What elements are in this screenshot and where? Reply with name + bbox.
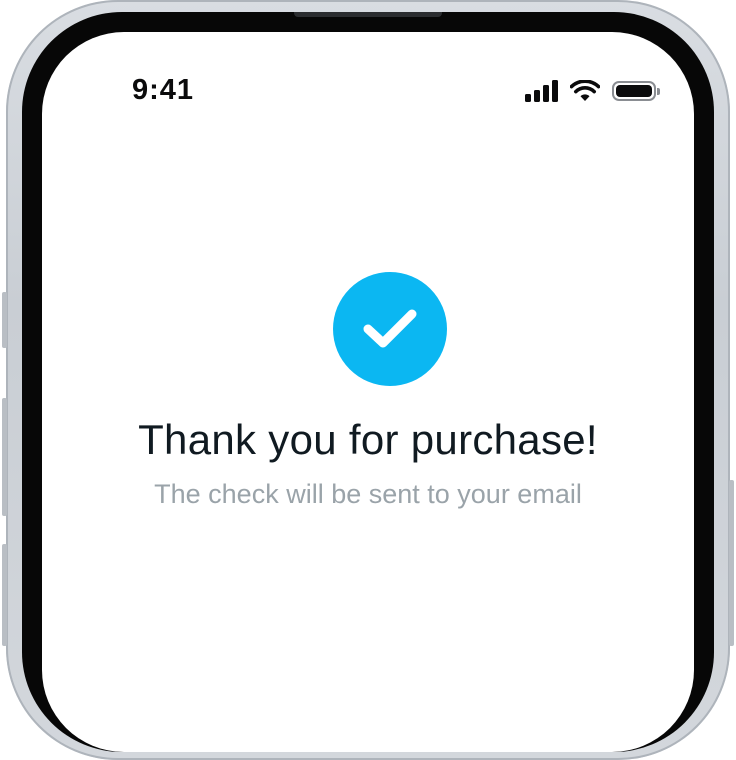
phone-frame: 9:41 Thank you for purchase! The check w… [6, 0, 730, 760]
phone-side-button [2, 398, 7, 516]
phone-side-button [729, 480, 734, 646]
phone-side-button [2, 292, 7, 348]
wifi-icon [570, 80, 600, 101]
phone-side-button [2, 544, 7, 646]
phone-speaker-edge [294, 12, 442, 17]
confirmation-subtitle: The check will be sent to your email [154, 479, 582, 509]
checkmark-icon [363, 309, 417, 348]
status-icons [525, 80, 660, 102]
phone-bezel: 9:41 Thank you for purchase! The check w… [22, 12, 714, 752]
cellular-signal-icon [525, 80, 558, 102]
confirmation-title: Thank you for purchase! [138, 416, 598, 463]
phone-screen: 9:41 Thank you for purchase! The check w… [42, 32, 694, 752]
battery-icon [612, 81, 660, 101]
status-time: 9:41 [132, 74, 195, 106]
success-check-badge [333, 272, 447, 386]
